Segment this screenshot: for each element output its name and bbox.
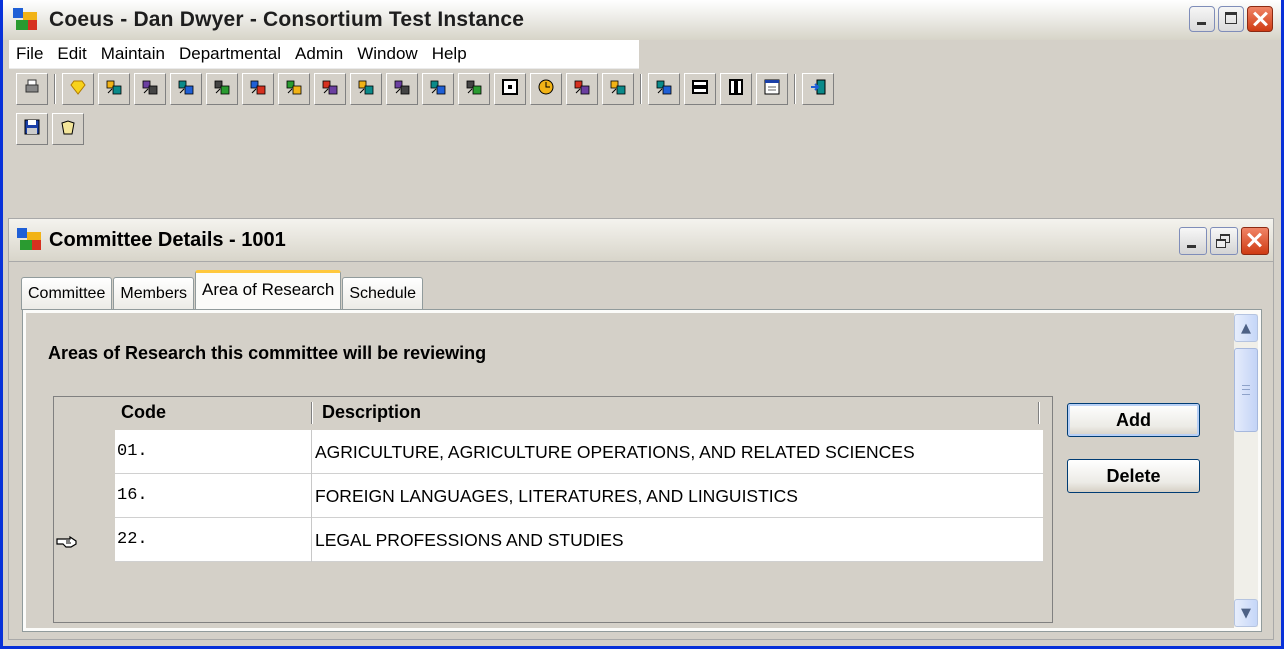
toolbar-separator bbox=[794, 74, 796, 104]
minimize-button[interactable] bbox=[1189, 6, 1215, 32]
row-pointer-icon bbox=[56, 533, 78, 554]
proposal-routing-button[interactable] bbox=[134, 73, 166, 105]
delete-button[interactable]: Delete bbox=[1067, 459, 1200, 493]
coeus-logo-icon bbox=[17, 228, 43, 252]
calendar-square-button[interactable] bbox=[494, 73, 526, 105]
people-group-icon bbox=[393, 78, 411, 100]
toolbar-separator bbox=[640, 74, 642, 104]
shuffle-icon bbox=[357, 78, 375, 100]
tab-strip: Committee Members Area of Research Sched… bbox=[21, 268, 424, 310]
table-row[interactable]: 22. LEGAL PROFESSIONS AND STUDIES bbox=[115, 518, 1043, 562]
cell-code: 22. bbox=[115, 518, 312, 562]
team-button[interactable] bbox=[566, 73, 598, 105]
exit-door-icon bbox=[809, 78, 827, 100]
computer-user-icon bbox=[609, 78, 627, 100]
org-chart-button[interactable] bbox=[278, 73, 310, 105]
column-header-description[interactable]: Description bbox=[322, 400, 421, 424]
tab-area-of-research[interactable]: Area of Research bbox=[195, 270, 342, 310]
cell-code: 16. bbox=[115, 474, 312, 518]
copy-document-icon bbox=[105, 78, 123, 100]
cascade-icon bbox=[763, 78, 781, 100]
people-group-button[interactable] bbox=[386, 73, 418, 105]
cell-description: AGRICULTURE, AGRICULTURE OPERATIONS, AND… bbox=[315, 442, 915, 462]
proposal-routing-icon bbox=[141, 78, 159, 100]
cell-description: FOREIGN LANGUAGES, LITERATURES, AND LING… bbox=[315, 486, 798, 506]
stacked-windows-button[interactable] bbox=[170, 73, 202, 105]
hierarchy-icon bbox=[465, 78, 483, 100]
cell-code: 01. bbox=[115, 430, 312, 474]
maximize-button[interactable] bbox=[1218, 6, 1244, 32]
grid-table-icon bbox=[249, 78, 267, 100]
tile-vertical-button[interactable] bbox=[720, 73, 752, 105]
formula-button[interactable] bbox=[314, 73, 346, 105]
copy-document-button[interactable] bbox=[98, 73, 130, 105]
clock-icon bbox=[537, 78, 555, 100]
column-divider[interactable] bbox=[1038, 402, 1040, 424]
secondary-toolbar bbox=[16, 113, 88, 145]
menu-file[interactable]: File bbox=[9, 40, 50, 68]
tile-vertical-icon bbox=[727, 78, 745, 100]
close-button[interactable] bbox=[1247, 6, 1273, 32]
gem-button[interactable] bbox=[62, 73, 94, 105]
save-disk-button[interactable] bbox=[16, 113, 48, 145]
menu-help[interactable]: Help bbox=[425, 40, 474, 68]
main-toolbar bbox=[16, 73, 838, 105]
table-row[interactable]: 16. FOREIGN LANGUAGES, LITERATURES, AND … bbox=[115, 474, 1043, 518]
menu-edit[interactable]: Edit bbox=[50, 40, 93, 68]
inner-restore-button[interactable] bbox=[1210, 227, 1238, 255]
coeus-logo-icon bbox=[13, 8, 39, 32]
title-bar[interactable]: Coeus - Dan Dwyer - Consortium Test Inst… bbox=[3, 0, 1281, 40]
cascade-button[interactable] bbox=[756, 73, 788, 105]
clock-button[interactable] bbox=[530, 73, 562, 105]
team-icon bbox=[573, 78, 591, 100]
inner-close-button[interactable] bbox=[1241, 227, 1269, 255]
window-title: Coeus - Dan Dwyer - Consortium Test Inst… bbox=[49, 8, 525, 31]
shuffle-button[interactable] bbox=[350, 73, 382, 105]
money-bag-icon bbox=[213, 78, 231, 100]
calendar-square-icon bbox=[501, 78, 519, 100]
menu-departmental[interactable]: Departmental bbox=[172, 40, 288, 68]
menu-maintain[interactable]: Maintain bbox=[94, 40, 172, 68]
column-header-code[interactable]: Code bbox=[121, 400, 166, 424]
persons-pair-icon bbox=[429, 78, 447, 100]
formula-icon bbox=[321, 78, 339, 100]
vertical-scrollbar[interactable]: ▲ ▼ bbox=[1234, 314, 1258, 627]
stacked-windows-icon bbox=[177, 78, 195, 100]
committee-details-titlebar[interactable]: Committee Details - 1001 bbox=[8, 218, 1274, 262]
grid-table-button[interactable] bbox=[242, 73, 274, 105]
org-chart-icon bbox=[285, 78, 303, 100]
menu-admin[interactable]: Admin bbox=[288, 40, 350, 68]
cell-description: LEGAL PROFESSIONS AND STUDIES bbox=[315, 530, 624, 550]
tab-schedule[interactable]: Schedule bbox=[342, 277, 424, 310]
print-icon bbox=[23, 78, 41, 100]
persons-pair-button[interactable] bbox=[422, 73, 454, 105]
menu-window[interactable]: Window bbox=[350, 40, 424, 68]
tab-members[interactable]: Members bbox=[113, 277, 195, 310]
scroll-down-icon[interactable]: ▼ bbox=[1234, 599, 1258, 627]
tile-horizontal-button[interactable] bbox=[684, 73, 716, 105]
tree-nodes-button[interactable] bbox=[648, 73, 680, 105]
hierarchy-button[interactable] bbox=[458, 73, 490, 105]
exit-door-button[interactable] bbox=[802, 73, 834, 105]
open-folder-button[interactable] bbox=[52, 113, 84, 145]
column-divider[interactable] bbox=[311, 402, 313, 424]
scroll-up-icon[interactable]: ▲ bbox=[1234, 314, 1258, 342]
inner-minimize-button[interactable] bbox=[1179, 227, 1207, 255]
add-button[interactable]: Add bbox=[1067, 403, 1200, 437]
menu-bar: File Edit Maintain Departmental Admin Wi… bbox=[9, 40, 639, 69]
scroll-thumb[interactable] bbox=[1234, 348, 1258, 432]
tree-nodes-icon bbox=[655, 78, 673, 100]
computer-user-button[interactable] bbox=[602, 73, 634, 105]
section-heading: Areas of Research this committee will be… bbox=[48, 343, 487, 363]
table-row[interactable]: 01. AGRICULTURE, AGRICULTURE OPERATIONS,… bbox=[115, 430, 1043, 474]
print-button[interactable] bbox=[16, 73, 48, 105]
tile-horizontal-icon bbox=[691, 78, 709, 100]
money-bag-button[interactable] bbox=[206, 73, 238, 105]
save-disk-icon bbox=[23, 118, 41, 140]
inner-window-title: Committee Details - 1001 bbox=[49, 228, 286, 251]
open-folder-icon bbox=[59, 118, 77, 140]
tab-committee[interactable]: Committee bbox=[21, 277, 113, 310]
toolbar-separator bbox=[54, 74, 56, 104]
gem-icon bbox=[69, 78, 87, 100]
